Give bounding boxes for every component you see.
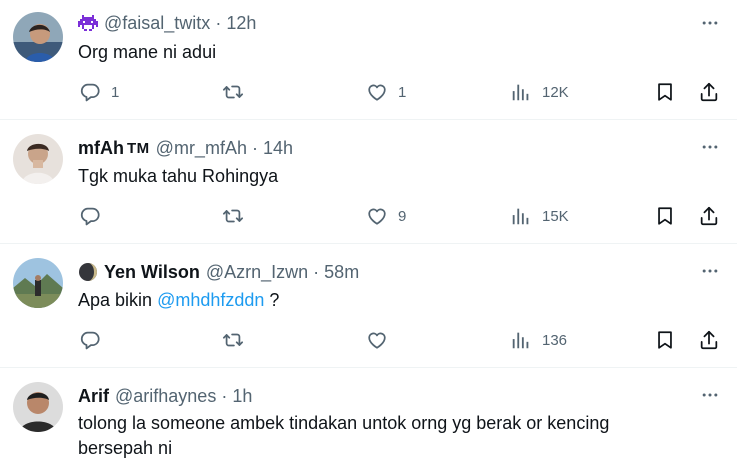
heart-icon	[366, 329, 388, 351]
tweet-text: Org mane ni adui	[78, 40, 216, 65]
bookmark-button[interactable]	[654, 328, 676, 352]
tweet-actions: 1 1 12K	[0, 80, 737, 104]
like-count: 1	[398, 83, 407, 101]
tweet-handle[interactable]: @Azrn_Izwn	[206, 262, 308, 283]
share-button[interactable]	[698, 80, 720, 104]
avatar[interactable]	[13, 258, 63, 308]
tweet-header: @faisal_twitx · 12h	[78, 12, 256, 34]
reply-icon	[79, 329, 101, 351]
separator-dot: ·	[251, 137, 258, 158]
separator-dot: ·	[215, 12, 222, 33]
repost-button[interactable]	[222, 204, 244, 228]
share-icon	[698, 81, 720, 103]
reply-icon	[79, 205, 101, 227]
tweet-text-suffix: ?	[264, 290, 280, 310]
share-icon	[698, 205, 720, 227]
views-icon	[510, 81, 532, 103]
more-icon[interactable]	[697, 137, 723, 157]
like-count: 9	[398, 207, 407, 225]
share-icon	[698, 329, 720, 351]
tweet-handle[interactable]: @arifhaynes	[115, 386, 216, 407]
display-name-suffix: TM	[127, 139, 150, 157]
tweet-text: Apa bikin @mhdhfzddn ?	[78, 288, 279, 313]
repost-icon	[222, 329, 244, 351]
repost-button[interactable]	[222, 80, 244, 104]
share-button[interactable]	[698, 204, 720, 228]
heart-icon	[366, 81, 388, 103]
reply-button[interactable]	[79, 328, 101, 352]
share-button[interactable]	[698, 328, 720, 352]
tweet[interactable]: mfAh TM @mr_mfAh · 14h Tgk muka tahu Roh…	[0, 120, 737, 244]
moon-icon	[78, 262, 98, 282]
tweet[interactable]: @faisal_twitx · 12h Org mane ni adui 1 1…	[0, 0, 737, 120]
avatar[interactable]	[13, 382, 63, 432]
bookmark-icon	[654, 205, 676, 227]
tweet-time[interactable]: 12h	[226, 13, 256, 34]
tweet-time[interactable]: 1h	[232, 386, 252, 407]
avatar[interactable]	[13, 134, 63, 184]
views-icon	[510, 329, 532, 351]
repost-icon	[222, 205, 244, 227]
reply-button[interactable]	[79, 204, 101, 228]
bookmark-icon	[654, 329, 676, 351]
space-invader-icon	[78, 13, 98, 33]
tweet-handle[interactable]: @mr_mfAh	[156, 138, 247, 159]
views-count: 136	[542, 331, 568, 349]
views-icon	[510, 205, 532, 227]
heart-icon	[366, 205, 388, 227]
tweet-time[interactable]: 58m	[324, 262, 359, 283]
repost-icon	[222, 81, 244, 103]
tweet-header: mfAh TM @mr_mfAh · 14h	[78, 137, 293, 159]
tweet-header: Yen Wilson @Azrn_Izwn · 58m	[78, 261, 359, 283]
tweet-text-line: tolong la someone ambek tindakan untok o…	[78, 413, 610, 433]
tweet-text-body: Apa bikin	[78, 290, 158, 310]
tweet-text-line: bersepah ni	[78, 438, 173, 458]
bookmark-button[interactable]	[654, 80, 676, 104]
like-button[interactable]: 1	[366, 80, 406, 104]
more-icon[interactable]	[697, 13, 723, 33]
like-button[interactable]: 9	[366, 204, 406, 228]
reply-icon	[79, 81, 101, 103]
tweet-time[interactable]: 14h	[263, 138, 293, 159]
like-button[interactable]	[366, 328, 388, 352]
more-icon[interactable]	[697, 385, 723, 405]
tweet-text: Tgk muka tahu Rohingya	[78, 164, 278, 189]
repost-button[interactable]	[222, 328, 244, 352]
tweet-handle[interactable]: @faisal_twitx	[104, 13, 210, 34]
bookmark-button[interactable]	[654, 204, 676, 228]
separator-dot: ·	[221, 385, 228, 406]
bookmark-icon	[654, 81, 676, 103]
views-count: 15K	[542, 207, 569, 225]
views-button[interactable]: 15K	[510, 204, 569, 228]
display-name[interactable]: mfAh	[78, 138, 124, 159]
display-name[interactable]: Yen Wilson	[104, 262, 200, 283]
tweet-actions: 9 15K	[0, 204, 737, 228]
reply-count: 1	[111, 83, 120, 101]
views-button[interactable]: 12K	[510, 80, 569, 104]
tweet-text-body: Org mane ni adui	[78, 42, 217, 62]
mention-link[interactable]: @mhdhfzddn	[157, 290, 264, 310]
views-button[interactable]: 136	[510, 328, 567, 352]
separator-dot: ·	[313, 261, 320, 282]
tweet-header: Arif @arifhaynes · 1h	[78, 385, 252, 407]
more-icon[interactable]	[697, 261, 723, 281]
views-count: 12K	[542, 83, 569, 101]
tweet-actions: 136	[0, 328, 737, 352]
tweet[interactable]: Arif @arifhaynes · 1h tolong la someone …	[0, 368, 737, 468]
avatar[interactable]	[13, 12, 63, 62]
display-name[interactable]: Arif	[78, 386, 109, 407]
tweet-text-body: Tgk muka tahu Rohingya	[78, 166, 279, 186]
reply-button[interactable]: 1	[79, 80, 119, 104]
tweet[interactable]: Yen Wilson @Azrn_Izwn · 58m Apa bikin @m…	[0, 244, 737, 368]
tweet-text: tolong la someone ambek tindakan untok o…	[78, 411, 609, 461]
